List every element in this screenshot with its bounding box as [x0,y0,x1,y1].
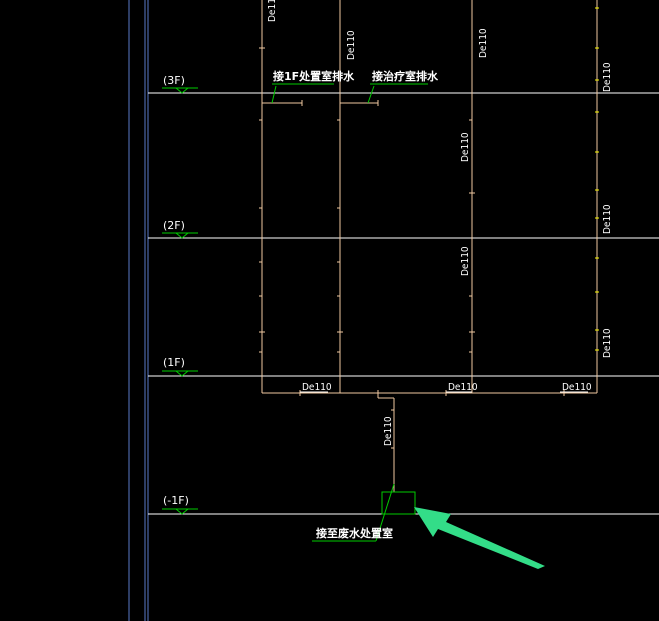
annotation-treatment: 接治疗室排水 [372,69,439,83]
annotation-1f-disposal: 接1F处置室排水 [273,69,355,83]
floor-label-b1f: (-1F) [163,494,189,507]
pipe-label: De110 [460,246,471,276]
pipe-label: De110 [383,416,394,446]
pipe-label: De110 [562,382,592,393]
pipe-label: De110 [602,328,613,358]
wastewater-tank [381,491,416,515]
floor-label-2f: (2F) [163,219,185,232]
pipe-label: De110 [602,62,613,92]
pointer-arrow-icon [414,507,545,569]
annotation-wastewater: 接至废水处置室 [316,526,393,540]
pipe-label: De110 [478,28,489,58]
pipe-label: De110 [302,382,332,393]
cad-drawing: (3F) (2F) (1F) (-1F) De110 De110 De110 D… [0,0,659,621]
pipe-label: De110 [448,382,478,393]
pipe-label: De110 [346,30,357,60]
pipe-label: De110 [460,132,471,162]
annotation-leaders [271,83,428,542]
level-markers [162,87,198,515]
pipe-label: De110 [267,0,278,22]
floor-label-1f: (1F) [163,356,185,369]
floor-label-3f: (3F) [163,74,185,87]
drainage-riser-diagram: (3F) (2F) (1F) (-1F) De110 De110 De110 D… [128,0,659,621]
pipe-label: De110 [602,204,613,234]
